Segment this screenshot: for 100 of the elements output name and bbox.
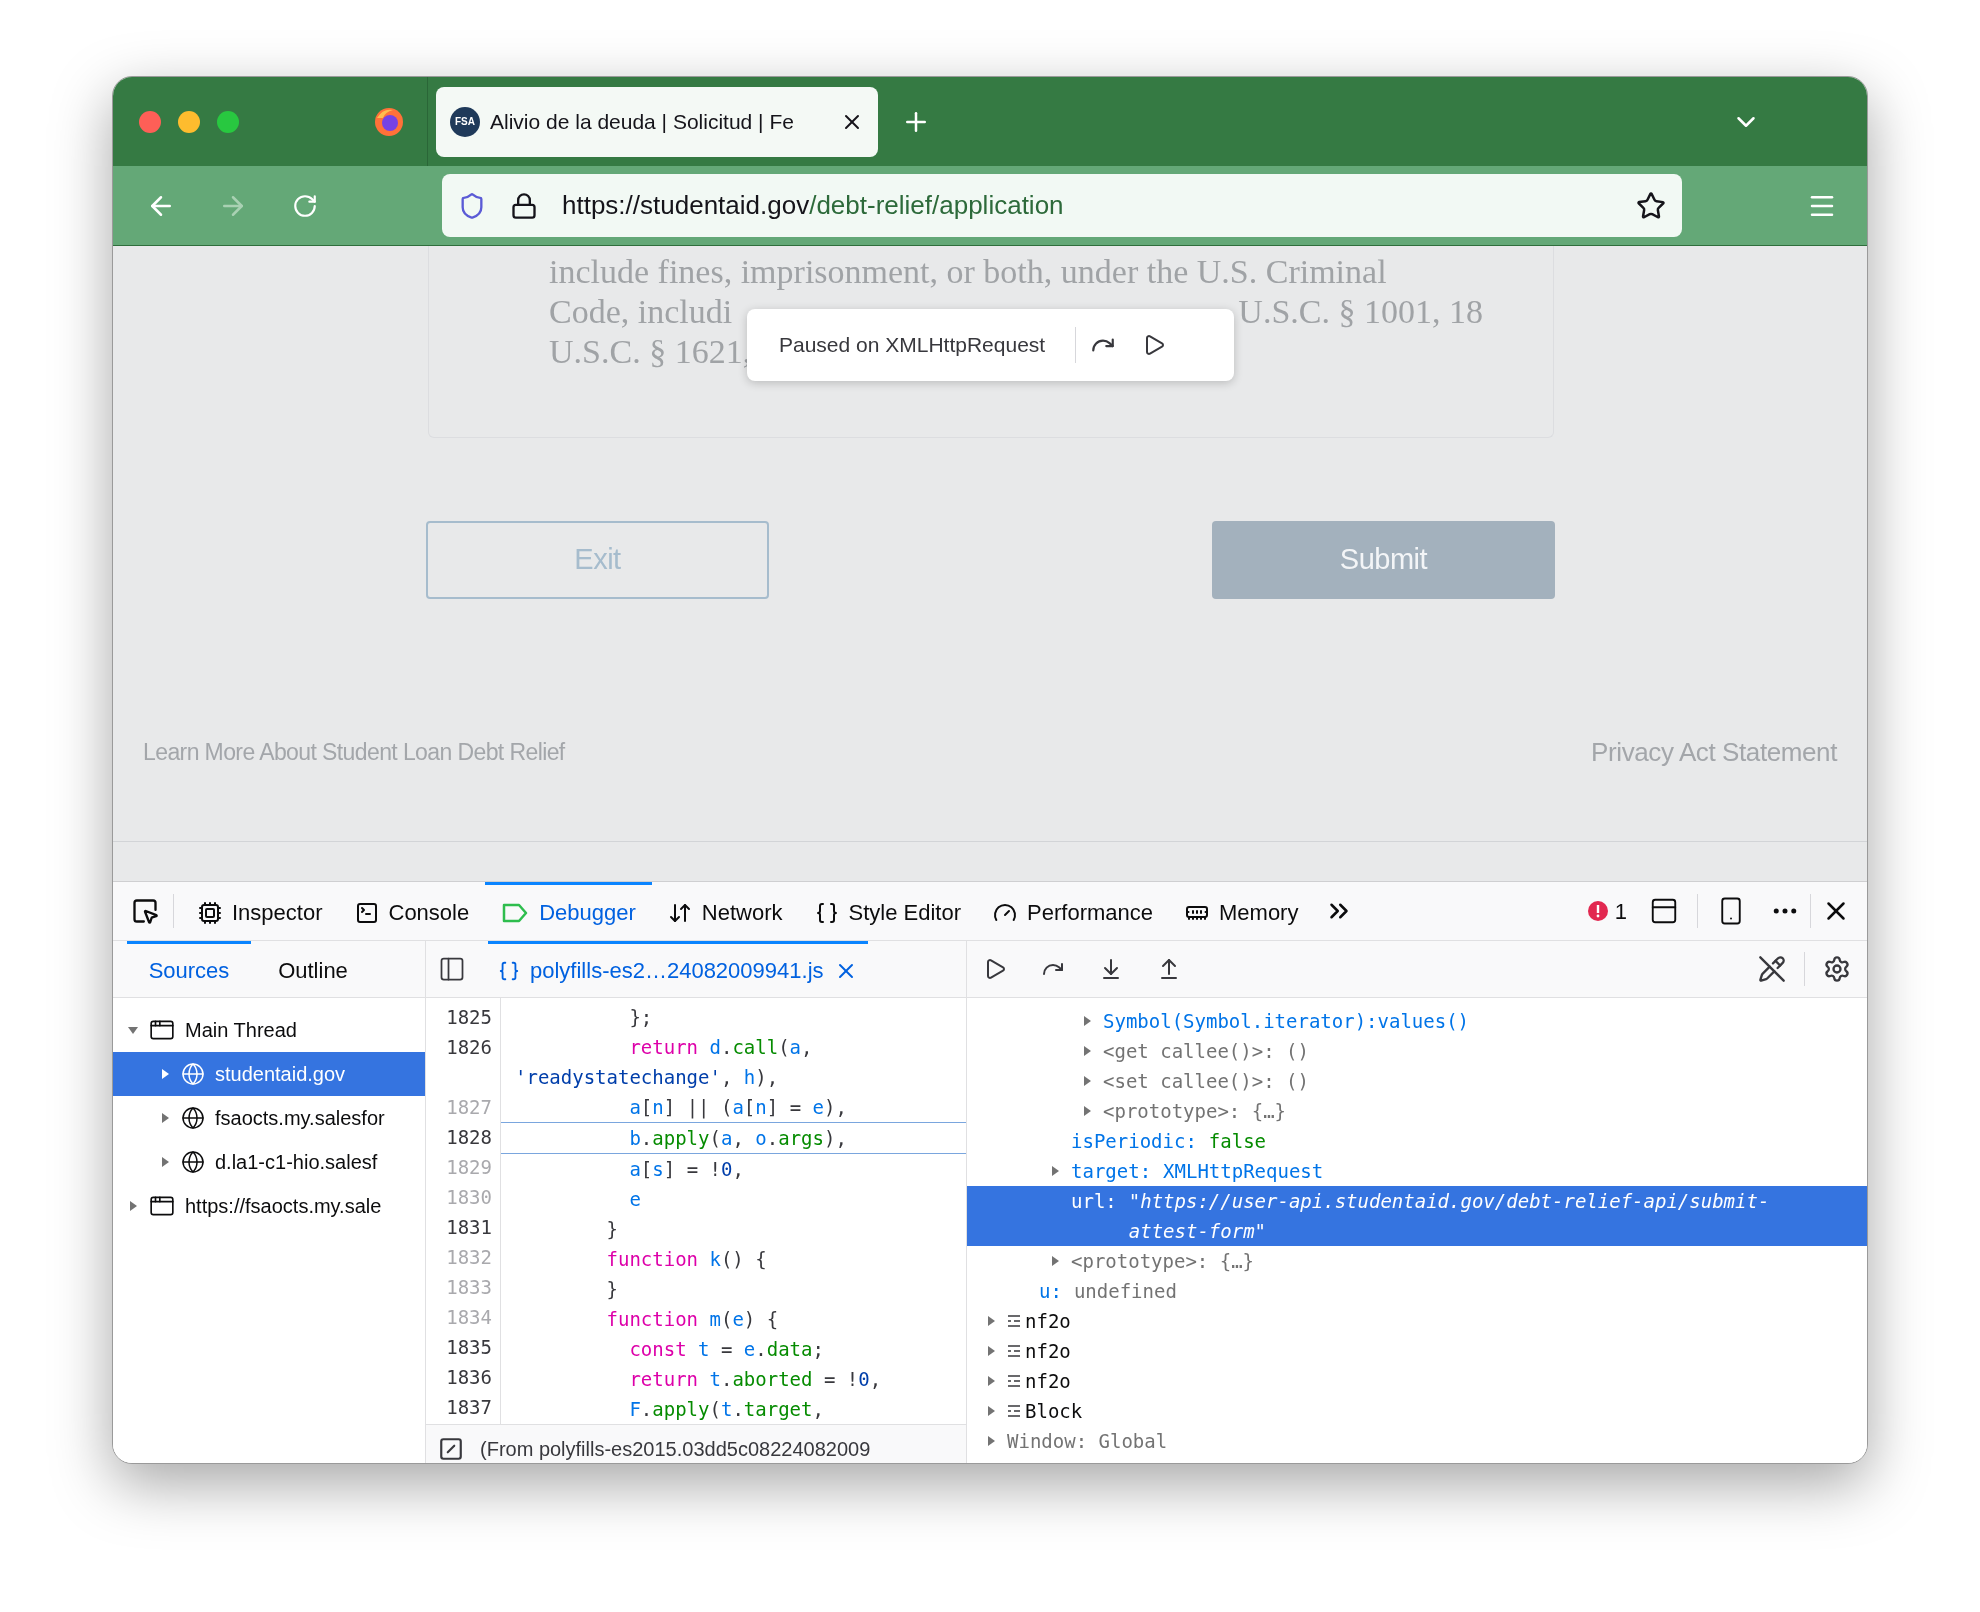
expand-arrow-icon[interactable] bbox=[985, 1375, 997, 1387]
lines-icon bbox=[1007, 1345, 1021, 1357]
line-number[interactable]: 1837 bbox=[446, 1392, 492, 1422]
expand-arrow-icon[interactable] bbox=[985, 1405, 997, 1417]
property-name: isPeriodic: bbox=[1071, 1129, 1197, 1154]
expand-arrow-icon[interactable] bbox=[1081, 1075, 1093, 1087]
element-picker-icon[interactable] bbox=[131, 897, 159, 925]
code-line: b.apply(a, o.args), bbox=[501, 1122, 966, 1154]
scope-entry: <set callee()>: () bbox=[1103, 1069, 1309, 1094]
devtools-tab[interactable]: Debugger bbox=[485, 882, 652, 940]
property-name: url: bbox=[1071, 1189, 1117, 1214]
settings-icon[interactable] bbox=[1823, 955, 1851, 983]
scope-entry: Symbol(Symbol.iterator):values() bbox=[1103, 1009, 1470, 1034]
error-icon[interactable] bbox=[1586, 900, 1609, 922]
scope-row[interactable]: u: undefined bbox=[967, 1276, 1867, 1306]
line-number[interactable]: 1835 bbox=[446, 1332, 492, 1362]
sidebar-tab[interactable]: Sources bbox=[127, 941, 251, 997]
legal-text: U.S.C. § 1621, bbox=[549, 332, 752, 372]
scope-row[interactable]: nf2o bbox=[967, 1306, 1867, 1336]
expand-arrow-icon[interactable] bbox=[1049, 1165, 1061, 1177]
code-line: function k() { bbox=[605, 1247, 768, 1272]
line-number[interactable]: 1831 bbox=[446, 1212, 492, 1242]
scope-row[interactable]: url: "https://user-api.studentaid.gov/debt-relief-api/submit-attest-form" bbox=[967, 1186, 1867, 1246]
pretty-print-icon[interactable] bbox=[438, 1435, 464, 1462]
expand-arrow-icon[interactable] bbox=[159, 1112, 171, 1124]
expand-arrow-icon[interactable] bbox=[1081, 1105, 1093, 1117]
line-number[interactable]: 1836 bbox=[446, 1362, 492, 1392]
collapse-arrow-icon[interactable] bbox=[127, 1024, 139, 1036]
chip-icon bbox=[198, 900, 222, 925]
paused-label: Paused on XMLHttpRequest bbox=[779, 332, 1046, 359]
expand-arrow-icon[interactable] bbox=[159, 1156, 171, 1168]
devtools-tab[interactable]: Style Editor bbox=[798, 882, 978, 940]
scope-name: nf2o bbox=[1025, 1309, 1071, 1334]
browser-tab[interactable]: FSA Alivio de la deuda | Solicitud | Fe bbox=[436, 86, 878, 157]
minimize-window-button[interactable] bbox=[178, 110, 200, 133]
lines-icon bbox=[1007, 1375, 1021, 1387]
expand-arrow-icon[interactable] bbox=[985, 1315, 997, 1327]
file-tab[interactable]: polyfills-es2…24082009941.js bbox=[488, 941, 868, 997]
expand-arrow-icon[interactable] bbox=[1081, 1045, 1093, 1057]
scope-entry: Window: Global bbox=[1007, 1429, 1168, 1454]
braces-icon bbox=[498, 959, 520, 982]
scope-row[interactable]: Symbol(Symbol.iterator):values() bbox=[967, 1006, 1867, 1036]
scope-row[interactable]: Block bbox=[967, 1396, 1867, 1426]
code-line: } bbox=[605, 1217, 619, 1242]
panel-layout-icon[interactable] bbox=[1649, 896, 1679, 926]
devtools-tab[interactable]: Memory bbox=[1169, 882, 1315, 940]
source-tree-item[interactable]: studentaid.gov bbox=[113, 1052, 425, 1096]
sidebar-toggle-icon[interactable] bbox=[438, 955, 466, 983]
source-tree-item[interactable]: https://fsaocts.my.sale bbox=[113, 1184, 425, 1228]
maximize-window-button[interactable] bbox=[217, 110, 239, 133]
expand-arrow-icon[interactable] bbox=[985, 1345, 997, 1357]
scope-row[interactable]: isPeriodic: false bbox=[967, 1126, 1867, 1156]
code-line: } bbox=[605, 1277, 619, 1302]
expand-arrow-icon[interactable] bbox=[159, 1068, 171, 1080]
legal-text: Code, includi bbox=[549, 292, 733, 332]
scope-row[interactable]: nf2o bbox=[967, 1366, 1867, 1396]
scope-row[interactable]: <prototype>: {…} bbox=[967, 1246, 1867, 1276]
devtools-tab[interactable]: Performance bbox=[977, 882, 1169, 940]
devtools-tab[interactable]: Console bbox=[338, 882, 486, 940]
scope-row[interactable]: Window: Global bbox=[967, 1426, 1867, 1456]
globe-icon bbox=[181, 1062, 205, 1086]
globe-icon bbox=[181, 1106, 205, 1130]
lines-icon bbox=[1007, 1315, 1021, 1327]
expand-arrow-icon[interactable] bbox=[1049, 1255, 1061, 1267]
scope-row[interactable]: <prototype>: {…} bbox=[967, 1096, 1867, 1126]
source-tree-item[interactable]: d.la1-c1-hio.salesf bbox=[113, 1140, 425, 1184]
scope-row[interactable]: <get callee()>: () bbox=[967, 1036, 1867, 1066]
code-line: return t.aborted = !0, bbox=[628, 1367, 883, 1392]
scope-row[interactable]: <set callee()>: () bbox=[967, 1066, 1867, 1096]
expand-arrow-icon[interactable] bbox=[985, 1435, 997, 1447]
globe-icon bbox=[181, 1150, 205, 1174]
sidebar-tab[interactable]: Outline bbox=[251, 941, 375, 997]
line-number[interactable]: 1828 bbox=[446, 1122, 492, 1152]
scope-row[interactable]: target: XMLHttpRequest bbox=[967, 1156, 1867, 1186]
source-tree-item[interactable]: fsaocts.my.salesfor bbox=[113, 1096, 425, 1140]
expand-arrow-icon[interactable] bbox=[127, 1200, 139, 1212]
devtools-tab[interactable]: Network bbox=[651, 882, 799, 940]
property-value: false bbox=[1208, 1129, 1267, 1154]
property-value: undefined bbox=[1073, 1279, 1177, 1304]
lock-icon[interactable] bbox=[510, 191, 538, 220]
code-line: return d.call(a, 'readystatechange', h), bbox=[514, 1035, 814, 1090]
scope-row[interactable]: nf2o bbox=[967, 1336, 1867, 1366]
bookmark-star-icon[interactable] bbox=[1636, 190, 1666, 221]
site-favicon: FSA bbox=[450, 106, 480, 137]
code-line: function m(e) { bbox=[605, 1307, 780, 1332]
error-count[interactable]: 1 bbox=[1614, 894, 1627, 928]
scope-name: nf2o bbox=[1025, 1339, 1071, 1364]
scope-entry: <prototype>: {…} bbox=[1071, 1249, 1255, 1274]
devtools-tab[interactable]: Inspector bbox=[182, 882, 339, 940]
property-name: u: bbox=[1039, 1279, 1062, 1304]
source-tree-item[interactable]: Main Thread bbox=[113, 1008, 425, 1052]
lines-icon bbox=[1007, 1405, 1021, 1417]
url-bar[interactable]: https://studentaid.gov/debt-relief/application bbox=[442, 174, 1682, 237]
scope-entry: <prototype>: {…} bbox=[1103, 1099, 1287, 1124]
scope-name: nf2o bbox=[1025, 1369, 1071, 1394]
line-number[interactable]: 1826 bbox=[446, 1032, 492, 1092]
deactivate-breakpoints-icon[interactable] bbox=[1758, 955, 1786, 983]
expand-arrow-icon[interactable] bbox=[1081, 1015, 1093, 1027]
line-number[interactable]: 1825 bbox=[446, 1002, 492, 1032]
scope-name: Block bbox=[1025, 1399, 1083, 1424]
